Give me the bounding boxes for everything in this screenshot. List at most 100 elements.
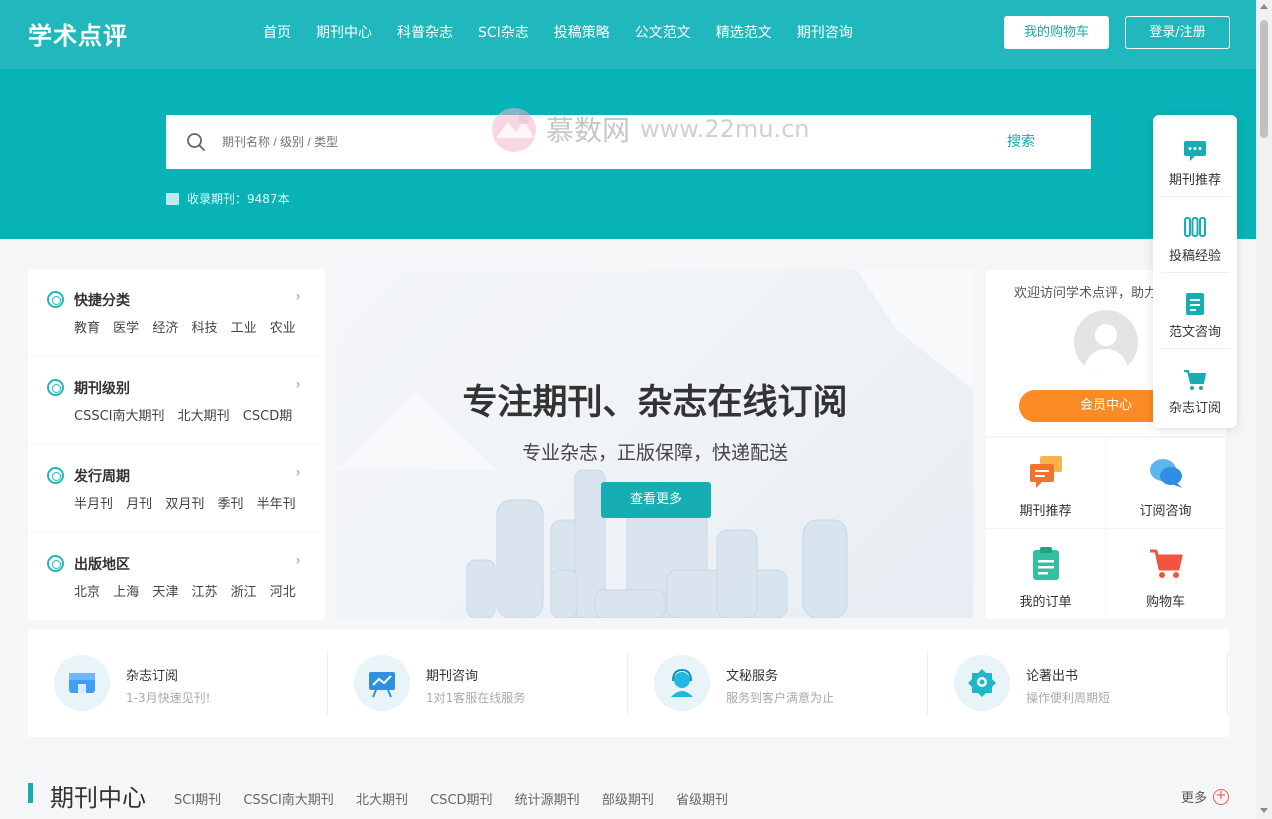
category-quick[interactable]: 快捷分类 › 教育 医学 经济 科技 工业 农业 xyxy=(28,269,325,356)
service-my-orders[interactable]: 我的订单 xyxy=(986,529,1105,619)
feature-secretarial[interactable]: 文秘服务 服务到客户满意为止 xyxy=(628,629,928,737)
category-period[interactable]: 发行周期 › 半月刊 月刊 双月刊 季刊 半年刊 xyxy=(28,445,325,532)
category-tag[interactable]: 半月刊 xyxy=(74,497,113,512)
feature-desc: 1-3月快速见刊! xyxy=(126,691,211,705)
journal-count-label: 收录期刊：9487本 xyxy=(187,192,290,206)
nav-sci[interactable]: SCI杂志 xyxy=(478,22,529,42)
tab-cssci[interactable]: CSSCI南大期刊 xyxy=(243,793,334,808)
category-tag[interactable]: 医学 xyxy=(113,321,139,336)
nav-submission-strategy[interactable]: 投稿策略 xyxy=(554,22,610,42)
category-tag[interactable]: 科技 xyxy=(191,321,217,336)
category-tag[interactable]: 经济 xyxy=(152,321,178,336)
feature-magazine-subscribe[interactable]: 杂志订阅 1-3月快速见刊! xyxy=(28,629,328,737)
service-subscribe-consult[interactable]: 订阅咨询 xyxy=(1106,438,1225,528)
section-title: 期刊中心 xyxy=(50,784,146,812)
float-essay-consult[interactable]: 范文咨询 xyxy=(1161,273,1229,349)
service-journal-recommend[interactable]: 期刊推荐 xyxy=(986,438,1105,528)
message-icon xyxy=(1150,459,1182,488)
welcome-text: 欢迎访问学术点评，助力 xyxy=(1014,286,1158,301)
site-logo[interactable]: 学术点评 xyxy=(28,16,128,51)
nav-home[interactable]: 首页 xyxy=(263,22,291,42)
tab-cscd[interactable]: CSCD期刊 xyxy=(430,793,492,808)
category-tag[interactable]: 江苏 xyxy=(191,585,217,600)
feature-title: 杂志订阅 xyxy=(126,669,179,684)
category-icon xyxy=(47,555,64,572)
feature-book-publishing[interactable]: 论著出书 操作便利周期短 xyxy=(928,629,1228,737)
tab-ministry[interactable]: 部级期刊 xyxy=(602,793,654,808)
watermark: 慕数网 www.22mu.cn xyxy=(486,104,810,154)
nav-journal-consult[interactable]: 期刊咨询 xyxy=(797,22,853,42)
scroll-up-icon[interactable] xyxy=(1260,4,1268,9)
float-submission-experience[interactable]: 投稿经验 xyxy=(1161,197,1229,273)
more-label: 更多 xyxy=(1180,791,1207,806)
login-register-button[interactable]: 登录/注册 xyxy=(1125,16,1230,49)
service-label: 购物车 xyxy=(1145,595,1185,610)
category-tag[interactable]: 农业 xyxy=(270,321,296,336)
avatar[interactable] xyxy=(1074,310,1138,374)
tab-sci[interactable]: SCI期刊 xyxy=(174,793,221,808)
category-tag[interactable]: 双月刊 xyxy=(165,497,204,512)
page-scrollbar[interactable] xyxy=(1256,0,1272,819)
float-magazine-subscribe[interactable]: 杂志订阅 xyxy=(1161,349,1229,425)
chevron-right-icon: › xyxy=(295,377,301,393)
presentation-chart-icon xyxy=(369,672,395,698)
category-tag[interactable]: 北大期刊 xyxy=(178,409,230,424)
shopping-cart-icon xyxy=(1150,549,1183,578)
service-cart[interactable]: 购物车 xyxy=(1106,529,1225,619)
nav-journal-center[interactable]: 期刊中心 xyxy=(316,22,372,42)
feature-desc: 操作便利周期短 xyxy=(1026,691,1111,705)
feature-strip: 杂志订阅 1-3月快速见刊! 期刊咨询 1对1客服在线服务 文秘服务 服务到客户… xyxy=(28,629,1229,737)
float-label: 杂志订阅 xyxy=(1168,401,1221,416)
category-tag[interactable]: CSSCI南大期刊 xyxy=(74,409,165,424)
category-tag[interactable]: 教育 xyxy=(74,321,100,336)
store-icon xyxy=(69,673,95,693)
search-button[interactable]: 搜索 xyxy=(1007,115,1035,169)
float-label: 范文咨询 xyxy=(1168,325,1221,340)
float-journal-recommend[interactable]: 期刊推荐 xyxy=(1161,121,1229,197)
scroll-down-icon[interactable] xyxy=(1260,808,1268,813)
category-tag[interactable]: 季刊 xyxy=(217,497,243,512)
watermark-url: www.22mu.cn xyxy=(640,115,810,143)
scrollbar-thumb[interactable] xyxy=(1260,20,1268,138)
feature-title: 论著出书 xyxy=(1026,669,1079,684)
book-icon xyxy=(166,192,179,205)
chat-bubbles-icon xyxy=(1030,456,1062,488)
category-tag[interactable]: 河北 xyxy=(270,585,296,600)
category-region[interactable]: 出版地区 › 北京 上海 天津 江苏 浙江 河北 xyxy=(28,533,325,620)
feature-title: 期刊咨询 xyxy=(426,669,479,684)
nav-official-docs[interactable]: 公文范文 xyxy=(635,22,691,42)
category-tag[interactable]: 月刊 xyxy=(126,497,152,512)
search-icon xyxy=(187,133,205,151)
float-label: 期刊推荐 xyxy=(1168,173,1221,188)
category-tag[interactable]: CSCD期 xyxy=(243,409,292,424)
category-tag[interactable]: 北京 xyxy=(74,585,100,600)
category-tag[interactable]: 工业 xyxy=(231,321,257,336)
tab-provincial[interactable]: 省级期刊 xyxy=(676,793,728,808)
watermark-name: 慕数网 xyxy=(546,114,631,147)
journal-count: 收录期刊：9487本 xyxy=(166,190,290,207)
main-banner[interactable]: 专注期刊、杂志在线订阅 专业杂志，正版保障，快递配送 查看更多 xyxy=(337,270,973,618)
category-icon xyxy=(47,379,64,396)
category-tag[interactable]: 上海 xyxy=(113,585,139,600)
chevron-right-icon: › xyxy=(295,465,301,481)
chevron-right-icon: › xyxy=(295,289,301,305)
banner-title: 专注期刊、杂志在线订阅 xyxy=(462,383,848,422)
nav-selected-essays[interactable]: 精选范文 xyxy=(716,22,772,42)
category-tag[interactable]: 天津 xyxy=(152,585,178,600)
category-title: 发行周期 xyxy=(74,469,130,485)
feature-title: 文秘服务 xyxy=(726,669,779,684)
feature-journal-consult[interactable]: 期刊咨询 1对1客服在线服务 xyxy=(328,629,628,737)
tab-statistics[interactable]: 统计源期刊 xyxy=(515,793,580,808)
tab-pku[interactable]: 北大期刊 xyxy=(356,793,408,808)
my-cart-button[interactable]: 我的购物车 xyxy=(1004,16,1109,49)
view-more-button[interactable]: 查看更多 xyxy=(601,482,711,518)
main-nav: 首页 期刊中心 科普杂志 SCI杂志 投稿策略 公文范文 精选范文 期刊咨询 xyxy=(263,22,878,42)
category-title: 快捷分类 xyxy=(74,293,130,309)
more-link[interactable]: 更多 + xyxy=(1181,787,1229,806)
category-title: 出版地区 xyxy=(74,557,130,573)
watermark-logo-icon xyxy=(492,108,536,152)
nav-popular-science[interactable]: 科普杂志 xyxy=(397,22,453,42)
category-tag[interactable]: 浙江 xyxy=(231,585,257,600)
category-tag[interactable]: 半年刊 xyxy=(257,497,296,512)
category-level[interactable]: 期刊级别 › CSSCI南大期刊 北大期刊 CSCD期 xyxy=(28,357,325,444)
